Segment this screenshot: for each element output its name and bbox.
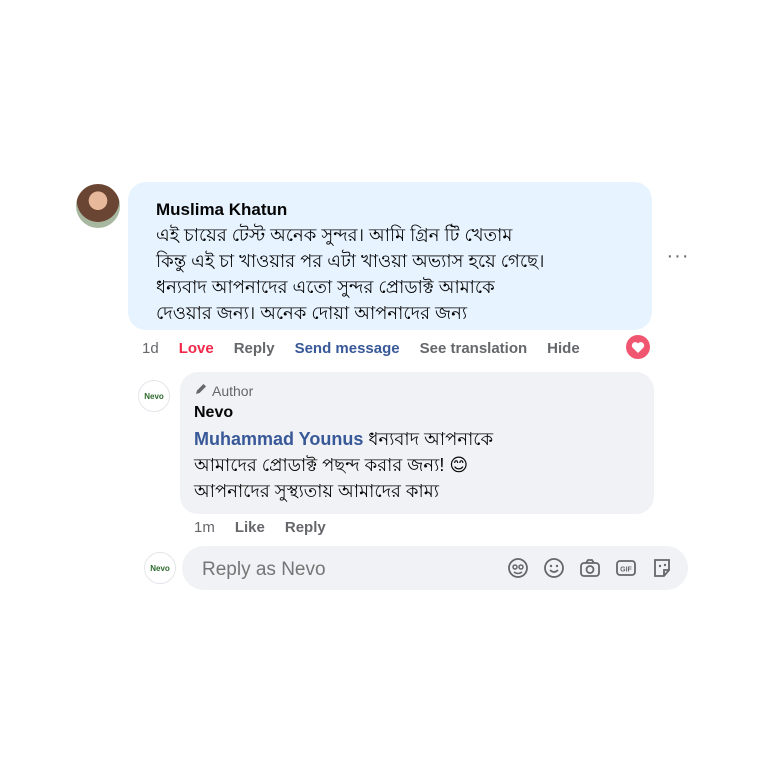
comment-actions: 1d Love Reply Send message See translati… (142, 340, 600, 357)
send-message-button[interactable]: Send message (295, 340, 400, 357)
svg-text:GIF: GIF (620, 567, 632, 574)
reply-line: আপনাদের সুস্থ্যতায় আমাদের কাম্য (194, 481, 439, 501)
reply-line: আমাদের প্রোডাক্ট পছন্দ করার জন্য! 😊 (194, 455, 469, 475)
comment-line: দেওয়ার জন্য। অনেক দোয়া আপনাদের জন্য (156, 303, 468, 323)
more-options-button[interactable]: ··· (666, 246, 690, 266)
reply-input[interactable] (200, 558, 494, 582)
gif-icon[interactable]: GIF (614, 556, 638, 580)
comment-line: কিন্তু এই চা খাওয়ার পর এটা খাওয়া অভ্যা… (156, 251, 545, 271)
sticker-icon[interactable] (650, 556, 674, 580)
reply-text: Muhammad Younus ধন্যবাদ আপনাকে আমাদের প্… (194, 426, 493, 504)
composer-tools: GIF (506, 556, 674, 580)
mention-link[interactable]: Muhammad Younus (194, 429, 363, 449)
reply-composer: GIF (182, 546, 688, 590)
avatar-sticker-icon[interactable] (506, 556, 530, 580)
like-button[interactable]: Like (235, 519, 265, 536)
reply-button[interactable]: Reply (234, 340, 275, 357)
heart-icon[interactable] (626, 335, 650, 359)
reply-bubble: Author Nevo Muhammad Younus ধন্যবাদ আপনা… (180, 372, 654, 514)
reply-line: ধন্যবাদ আপনাকে (363, 429, 494, 449)
comment-line: এই চায়ের টেস্ট অনেক সুন্দর। আমি গ্রিন ট… (156, 225, 513, 245)
comment-line: ধন্যবাদ আপনাদের এতো সুন্দর প্রোডাক্ট আমা… (156, 277, 495, 297)
hide-button[interactable]: Hide (547, 340, 580, 357)
emoji-icon[interactable] (542, 556, 566, 580)
page-avatar[interactable]: Nevo (138, 380, 170, 412)
comment-text: এই চায়ের টেস্ট অনেক সুন্দর। আমি গ্রিন ট… (156, 222, 544, 326)
reply-reply-button[interactable]: Reply (285, 519, 326, 536)
reply-actions: 1m Like Reply (194, 519, 346, 536)
comment-time[interactable]: 1d (142, 340, 159, 357)
author-badge-label: Author (212, 382, 254, 399)
camera-icon[interactable] (578, 556, 602, 580)
commenter-name[interactable]: Muslima Khatun (156, 200, 287, 220)
author-badge: Author (194, 382, 253, 399)
love-reaction-button[interactable]: Love (179, 340, 214, 357)
commenter-avatar[interactable] (76, 184, 120, 228)
pencil-icon (194, 382, 208, 399)
composer-avatar: Nevo (144, 552, 176, 584)
see-translation-button[interactable]: See translation (420, 340, 528, 357)
page-name[interactable]: Nevo (194, 404, 233, 422)
reply-time[interactable]: 1m (194, 519, 215, 536)
comment-bubble: Muslima Khatun এই চায়ের টেস্ট অনেক সুন্… (128, 182, 652, 330)
